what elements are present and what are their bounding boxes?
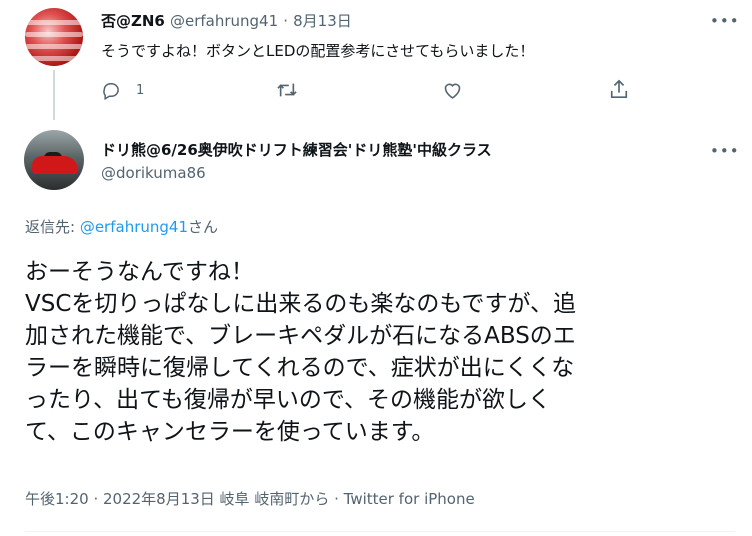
avatar-dorikuma86[interactable]: [24, 130, 84, 190]
reply-to-prefix: 返信先:: [25, 218, 80, 236]
reply-to-suffix: さん: [188, 218, 219, 236]
reply-tweet-text: そうですよね！ボタンとLEDの配置参考にさせてもらいました！: [101, 42, 535, 60]
tweet-text-line: ラーを瞬時に復帰してくれるので、症状が出にくくな: [25, 355, 575, 381]
reply-to-line: 返信先: @erfahrung41さん: [25, 216, 218, 237]
main-handle[interactable]: @dorikuma86: [101, 164, 206, 182]
avatar-erfahrung41[interactable]: [25, 8, 83, 66]
retweet-icon: [276, 80, 298, 100]
reply-separator: ·: [283, 12, 289, 30]
reply-icon: [101, 80, 121, 100]
reply-handle[interactable]: @erfahrung41: [170, 12, 278, 30]
share-button[interactable]: [609, 78, 629, 100]
tweet-text-line: て、このキャンセラーを使っています。: [25, 419, 435, 445]
retweet-button[interactable]: [276, 80, 298, 100]
tweet-text-line: ったり、出ても復帰が早いので、その機能が欲しく: [25, 387, 552, 413]
like-button[interactable]: [442, 80, 463, 100]
tweet-text-line: おーそうなんですね！: [25, 259, 254, 285]
more-icon[interactable]: •••: [710, 144, 740, 159]
divider: [25, 531, 735, 532]
reply-button[interactable]: 1: [101, 80, 144, 100]
more-icon[interactable]: •••: [710, 14, 740, 29]
reply-display-name[interactable]: 否@ZN6: [101, 12, 165, 30]
share-icon: [609, 78, 629, 100]
reply-to-handle-link[interactable]: @erfahrung41: [80, 218, 188, 236]
main-tweet-text: おーそうなんですね！ VSCを切りっぱなしに出来るのも楽なのもですが、追 加され…: [25, 256, 576, 448]
tweet-text-line: VSCを切りっぱなしに出来るのも楽なのもですが、追: [25, 291, 577, 317]
thread-line: [53, 70, 55, 120]
main-display-name[interactable]: ドリ熊@6/26奥伊吹ドリフト練習会'ドリ熊塾'中級クラス: [101, 139, 492, 160]
reply-date[interactable]: 8月13日: [293, 12, 352, 30]
tweet-text-line: 加された機能で、ブレーキペダルが石になるABSのエ: [25, 323, 576, 349]
reply-count: 1: [136, 82, 145, 98]
heart-icon: [442, 80, 463, 100]
tweet-meta[interactable]: 午後1:20 · 2022年8月13日 岐阜 岐南町から · Twitter f…: [25, 488, 475, 509]
reply-tweet-header: 否@ZN6 @erfahrung41 · 8月13日: [101, 10, 352, 31]
